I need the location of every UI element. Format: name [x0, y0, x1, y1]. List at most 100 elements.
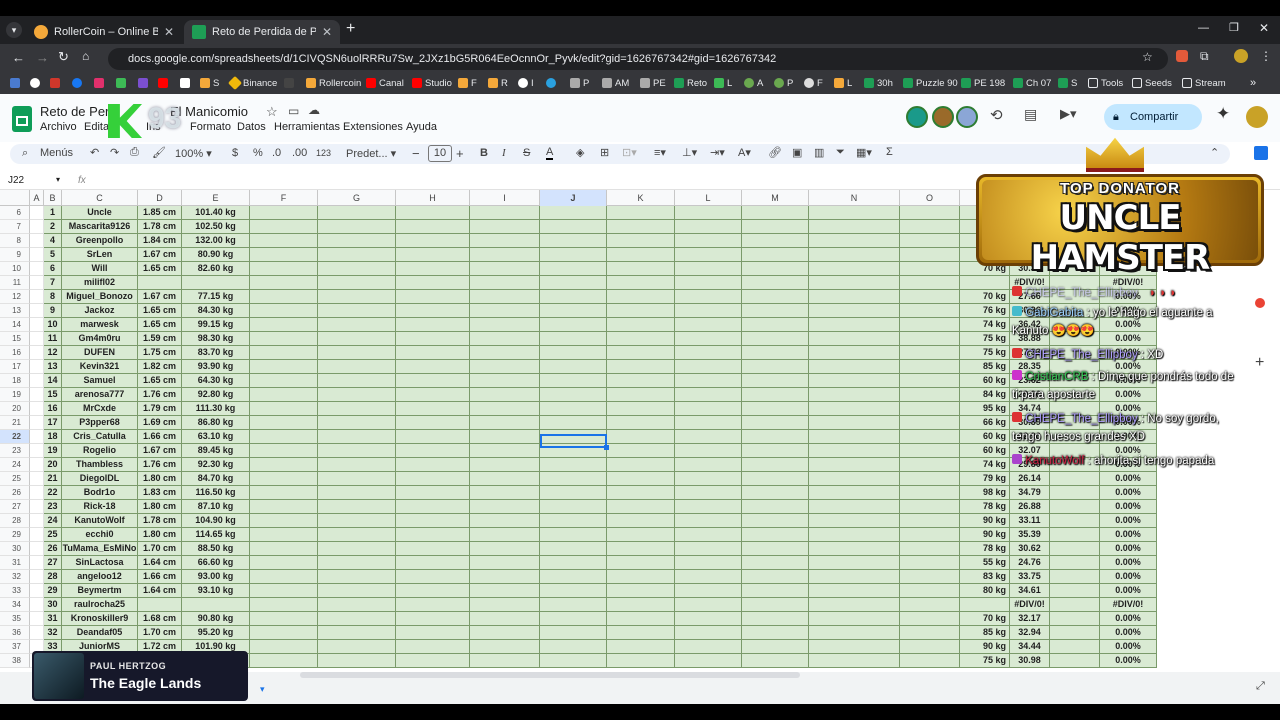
- column-header-f[interactable]: F: [250, 190, 318, 206]
- cell-height[interactable]: 1.64 cm: [138, 556, 182, 570]
- cell-weight[interactable]: 80.90 kg: [182, 248, 250, 262]
- bookmark-icon[interactable]: [138, 76, 151, 90]
- cell-name[interactable]: Miguel_Bonozo: [62, 290, 138, 304]
- cell[interactable]: [30, 486, 44, 500]
- cell[interactable]: [318, 430, 396, 444]
- cell[interactable]: [607, 542, 675, 556]
- horizontal-scrollbar[interactable]: [300, 672, 800, 678]
- cell-num[interactable]: 32: [44, 626, 62, 640]
- cell[interactable]: [318, 626, 396, 640]
- explore-icon[interactable]: ⤢: [1256, 680, 1265, 693]
- cell-p[interactable]: 74 kg: [960, 318, 1010, 332]
- cell-height[interactable]: 1.78 cm: [138, 220, 182, 234]
- cell-height[interactable]: 1.85 cm: [138, 206, 182, 220]
- cell-height[interactable]: 1.66 cm: [138, 430, 182, 444]
- cell[interactable]: [250, 584, 318, 598]
- cell[interactable]: [675, 374, 742, 388]
- cell[interactable]: [809, 598, 900, 612]
- cell-p[interactable]: 76 kg: [960, 304, 1010, 318]
- menu-archivo[interactable]: Archivo: [40, 121, 77, 133]
- cell[interactable]: [318, 472, 396, 486]
- avatar[interactable]: [906, 106, 928, 128]
- cell-name[interactable]: SrLen: [62, 248, 138, 262]
- cell-height[interactable]: 1.59 cm: [138, 332, 182, 346]
- row-header[interactable]: 30: [0, 542, 30, 556]
- cell-weight[interactable]: 93.90 kg: [182, 360, 250, 374]
- cell[interactable]: [809, 654, 900, 668]
- cell-weight[interactable]: 99.15 kg: [182, 318, 250, 332]
- cell[interactable]: [318, 514, 396, 528]
- bookmark-s2[interactable]: S: [1058, 76, 1077, 90]
- cell[interactable]: [675, 234, 742, 248]
- cell-num[interactable]: 28: [44, 570, 62, 584]
- cell-p[interactable]: [960, 598, 1010, 612]
- cell[interactable]: [742, 542, 809, 556]
- cell[interactable]: [809, 528, 900, 542]
- cell[interactable]: [250, 346, 318, 360]
- cell[interactable]: [675, 654, 742, 668]
- cell[interactable]: [318, 276, 396, 290]
- cell[interactable]: [540, 416, 607, 430]
- bookmark-i[interactable]: I: [518, 76, 534, 90]
- row-header[interactable]: 28: [0, 514, 30, 528]
- cell-name[interactable]: KanutoWolf: [62, 514, 138, 528]
- cell-p[interactable]: 75 kg: [960, 346, 1010, 360]
- row-header[interactable]: 34: [0, 598, 30, 612]
- bookmark-ch-07[interactable]: Ch 07: [1013, 76, 1051, 90]
- cell[interactable]: [30, 458, 44, 472]
- cell[interactable]: [607, 486, 675, 500]
- row-header[interactable]: 31: [0, 556, 30, 570]
- cell[interactable]: [470, 500, 540, 514]
- cell[interactable]: [470, 346, 540, 360]
- cell[interactable]: [470, 248, 540, 262]
- cell[interactable]: [607, 234, 675, 248]
- bookmark-star-icon[interactable]: ☆: [1142, 50, 1153, 64]
- cell-num[interactable]: 5: [44, 248, 62, 262]
- cell[interactable]: [250, 276, 318, 290]
- text-color-button[interactable]: A: [546, 146, 554, 160]
- menu-herramientas[interactable]: Herramientas: [274, 121, 340, 133]
- cell[interactable]: [675, 458, 742, 472]
- cell-height[interactable]: 1.67 cm: [138, 444, 182, 458]
- cell-name[interactable]: Thambless: [62, 458, 138, 472]
- cell[interactable]: [470, 528, 540, 542]
- cell[interactable]: [900, 472, 960, 486]
- cell[interactable]: [1050, 528, 1100, 542]
- cell[interactable]: [607, 528, 675, 542]
- cell[interactable]: [30, 556, 44, 570]
- cell[interactable]: [607, 332, 675, 346]
- bookmark-p2[interactable]: P: [774, 76, 793, 90]
- cell[interactable]: [742, 290, 809, 304]
- cell[interactable]: [809, 472, 900, 486]
- horizontal-align-icon[interactable]: ≡▾: [654, 146, 666, 159]
- new-tab-button[interactable]: +: [346, 20, 355, 38]
- cell-height[interactable]: 1.65 cm: [138, 374, 182, 388]
- cell-q[interactable]: 30.98: [1010, 654, 1050, 668]
- bookmark-puzzle-90[interactable]: Puzzle 90: [903, 76, 958, 90]
- cell[interactable]: [809, 402, 900, 416]
- cell-weight[interactable]: 82.60 kg: [182, 262, 250, 276]
- cell-q[interactable]: 24.76: [1010, 556, 1050, 570]
- cell[interactable]: [1050, 612, 1100, 626]
- cell-weight[interactable]: 92.30 kg: [182, 458, 250, 472]
- cell[interactable]: [900, 430, 960, 444]
- cell[interactable]: [250, 318, 318, 332]
- cell[interactable]: [675, 640, 742, 654]
- cell[interactable]: [470, 556, 540, 570]
- cell[interactable]: [742, 388, 809, 402]
- cell-weight[interactable]: 77.15 kg: [182, 290, 250, 304]
- cell[interactable]: [900, 416, 960, 430]
- cell[interactable]: [396, 388, 470, 402]
- row-header[interactable]: 16: [0, 346, 30, 360]
- column-header-j[interactable]: J: [540, 190, 607, 206]
- cell[interactable]: [900, 374, 960, 388]
- row-header[interactable]: 37: [0, 640, 30, 654]
- cell[interactable]: [540, 360, 607, 374]
- sheet-tab-dropdown-icon[interactable]: ▾: [260, 684, 265, 695]
- bookmark-icon[interactable]: [284, 76, 297, 90]
- profile-avatar[interactable]: [1234, 49, 1248, 63]
- cell[interactable]: [30, 402, 44, 416]
- cell-name[interactable]: DUFEN: [62, 346, 138, 360]
- cell[interactable]: [318, 234, 396, 248]
- insert-chart-icon[interactable]: ▥: [814, 146, 824, 159]
